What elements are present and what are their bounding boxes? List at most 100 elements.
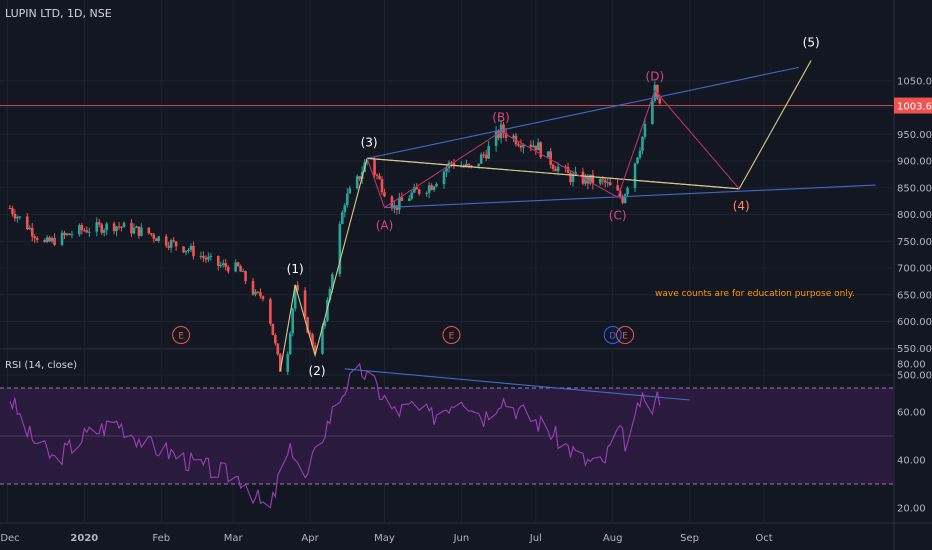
candle-body <box>105 223 108 231</box>
candle-body <box>120 226 123 228</box>
candle-body <box>100 224 104 233</box>
price-tick-label: 950.00 <box>897 130 932 141</box>
candle-body <box>633 163 637 188</box>
candle-body <box>78 225 81 235</box>
candle-body <box>239 266 242 272</box>
candle-body <box>172 240 175 242</box>
candle-body <box>174 241 178 247</box>
candle-body <box>425 192 428 194</box>
candle-body <box>601 179 605 181</box>
candle-body <box>150 233 153 235</box>
candle-body <box>554 168 557 172</box>
candle-body <box>380 179 384 193</box>
candle-body <box>241 271 245 273</box>
candle-body <box>234 262 237 272</box>
candle-body <box>427 185 431 193</box>
impulse-wave-label: (1) <box>287 262 304 276</box>
candle-body <box>603 180 607 183</box>
candle-body <box>112 223 116 232</box>
x-tick-label: Apr <box>301 533 319 544</box>
impulse-wave-label: (3) <box>361 135 378 149</box>
candle-body <box>641 136 644 151</box>
candle-body <box>251 281 255 295</box>
candle-body <box>256 291 260 293</box>
candle-body <box>435 184 438 187</box>
rsi-tick-label: 80.00 <box>897 360 926 371</box>
candle-body <box>546 151 550 158</box>
x-tick-label: Aug <box>603 533 623 544</box>
candle-body <box>11 208 14 214</box>
candle-body <box>63 232 66 236</box>
candle-body <box>259 292 262 297</box>
price-tick-label: 850.00 <box>897 183 932 194</box>
price-tick-label: 600.00 <box>897 317 932 328</box>
x-tick-label: May <box>374 533 395 544</box>
event-marker-label: E <box>449 332 455 342</box>
candle-body <box>375 174 379 176</box>
candle-body <box>636 157 639 164</box>
candle-body <box>569 172 572 183</box>
candle-body <box>288 333 292 355</box>
candle-body <box>209 255 213 257</box>
candle-body <box>226 266 230 272</box>
candle-body <box>204 257 208 260</box>
price-tick-label: 650.00 <box>897 290 932 301</box>
candle-body <box>658 98 662 104</box>
candle-body <box>135 226 138 228</box>
candle-body <box>137 226 141 236</box>
candle-body <box>97 222 101 225</box>
candle-body <box>269 299 272 324</box>
price-tick-label: 800.00 <box>897 210 932 221</box>
candle-body <box>187 249 190 251</box>
candle-body <box>207 256 210 260</box>
candle-body <box>224 263 228 267</box>
candle-body <box>184 250 188 253</box>
candle-body <box>442 171 446 185</box>
candle-body <box>623 194 627 203</box>
candle-body <box>8 208 12 210</box>
candle-body <box>502 124 505 134</box>
x-tick-label: Oct <box>755 533 772 544</box>
candle-body <box>477 163 481 167</box>
rsi-tick-label: 40.00 <box>897 456 926 467</box>
price-tick-label: 550.00 <box>897 344 932 355</box>
candle-body <box>291 308 295 334</box>
candle-body <box>343 205 347 213</box>
education-note: wave counts are for education purpose on… <box>655 289 855 299</box>
candle-body <box>80 225 84 231</box>
x-tick-label: Jun <box>453 533 470 544</box>
correction-wave-label: (C) <box>609 208 627 222</box>
candle-body <box>643 123 647 137</box>
candle-body <box>638 150 642 158</box>
candle-body <box>534 145 538 151</box>
candle-body <box>164 236 168 246</box>
candle-body <box>28 227 32 230</box>
price-tick-label: 500.00 <box>897 371 932 382</box>
candle-body <box>13 213 17 219</box>
candle-body <box>65 233 69 236</box>
candle-body <box>88 231 91 233</box>
candle-body <box>60 232 64 245</box>
candle-body <box>18 216 22 218</box>
candle-body <box>70 234 74 236</box>
price-and-rsi-chart[interactable]: Dec 2020 Feb Mar Apr May Jun Jul Aug Sep Oct 500.00… <box>0 0 932 550</box>
candle-body <box>373 158 376 175</box>
x-tick-label: Dec <box>0 533 19 544</box>
candle-body <box>479 154 483 164</box>
price-tick-label: 700.00 <box>897 264 932 275</box>
price-tick-label: 750.00 <box>897 237 932 248</box>
candle-body <box>484 154 488 159</box>
candle-body <box>122 222 126 228</box>
candle-body <box>132 227 136 234</box>
candle-body <box>202 255 205 258</box>
candle-body <box>147 227 151 234</box>
candle-body <box>48 237 51 242</box>
candle-body <box>152 234 156 239</box>
candle-body <box>271 323 275 336</box>
candle-body <box>551 164 555 169</box>
x-tick-label: Sep <box>680 533 699 544</box>
candle-body <box>407 198 411 201</box>
x-tick-label: Feb <box>152 533 170 544</box>
event-marker-label: E <box>178 332 184 342</box>
impulse-wave-label: (5) <box>803 35 820 49</box>
